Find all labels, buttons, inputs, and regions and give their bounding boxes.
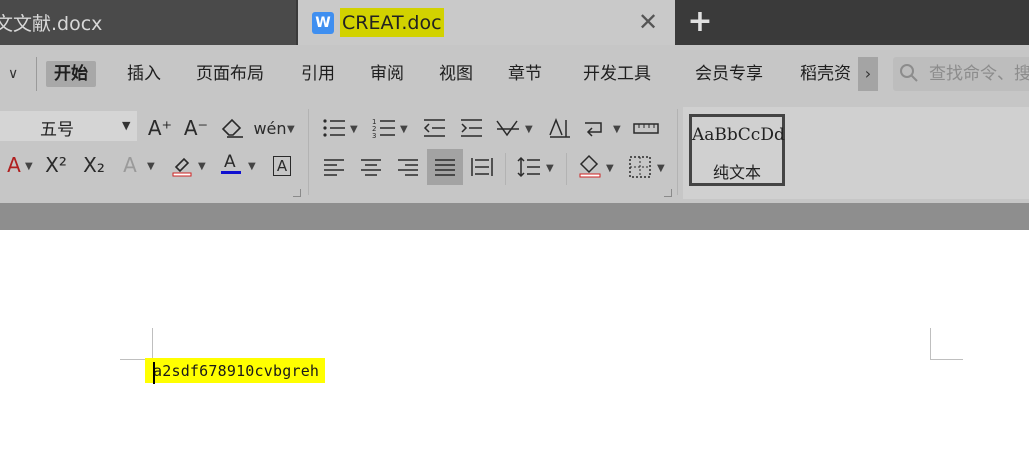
grow-font-icon[interactable]: A⁺	[146, 114, 174, 142]
font-effect-icon[interactable]: A	[0, 151, 28, 179]
justify-icon[interactable]	[427, 149, 463, 185]
crop-mark-top-right-horizontal	[930, 359, 963, 360]
numbering-icon[interactable]: 123	[370, 114, 398, 142]
wps-writer-icon: W	[312, 12, 334, 34]
chevron-down-icon[interactable]: ▼	[147, 161, 155, 172]
line-spacing-icon[interactable]	[515, 153, 543, 181]
chevron-down-icon: ▼	[122, 119, 131, 132]
command-search-input[interactable]: 查找命令、搜	[893, 57, 1029, 91]
chevron-down-icon[interactable]: ▼	[613, 124, 621, 135]
text-direction-icon[interactable]	[545, 114, 573, 142]
font-size-select[interactable]: 五号 ▼	[0, 111, 137, 141]
align-right-icon[interactable]	[394, 153, 422, 181]
chevron-down-icon[interactable]: ▼	[287, 124, 295, 135]
tab-references[interactable]: 引用	[301, 61, 335, 87]
clear-format-icon[interactable]	[219, 114, 247, 142]
document-text[interactable]: a2sdf678910cvbgreh	[153, 362, 319, 380]
character-border-icon[interactable]: A	[268, 152, 296, 180]
menu-divider	[36, 57, 37, 91]
chinese-layout-icon[interactable]	[494, 114, 522, 142]
paragraph-dialog-launcher[interactable]	[664, 189, 672, 197]
tab-page-layout[interactable]: 页面布局	[196, 61, 264, 87]
subscript-icon[interactable]: X₂	[80, 151, 108, 179]
align-center-icon[interactable]	[357, 153, 385, 181]
collapse-ribbon-icon[interactable]: ∨	[8, 61, 28, 87]
font-dialog-launcher[interactable]	[293, 189, 301, 197]
close-tab-button[interactable]: ✕	[635, 8, 661, 36]
search-icon	[900, 64, 918, 82]
tab-chapter[interactable]: 章节	[508, 61, 542, 87]
tab-review[interactable]: 审阅	[370, 61, 404, 87]
tab-document-inactive[interactable]: 文文献.docx	[0, 0, 296, 45]
text-effect-icon[interactable]: A	[116, 151, 144, 179]
tab-home[interactable]: 开始	[46, 61, 96, 87]
tab-docer-resources[interactable]: 稻壳资	[800, 61, 851, 87]
home-ribbon: 五号 ▼ A⁺ A⁻ wén ▼ A ▼ X² X₂ A ▼ ▼ A ▼ A ▼…	[0, 103, 1029, 203]
crop-mark-top-left-vertical	[152, 328, 153, 360]
align-left-icon[interactable]	[320, 153, 348, 181]
style-plain-text[interactable]: AaBbCcDd 纯文本	[689, 114, 785, 186]
ribbon-shadow	[0, 203, 1029, 230]
crop-mark-top-right-vertical	[930, 328, 931, 360]
distributed-align-icon[interactable]	[468, 153, 496, 181]
font-color-icon[interactable]: A	[217, 149, 245, 177]
highlight-color-icon[interactable]	[168, 151, 196, 179]
ribbon-divider	[566, 153, 567, 185]
ribbon-divider	[505, 153, 506, 185]
tab-title-active: CREAT.doc	[340, 8, 444, 37]
tab-developer-tools[interactable]: 开发工具	[583, 61, 651, 87]
line-break-icon[interactable]	[582, 114, 610, 142]
bullets-icon[interactable]	[320, 114, 348, 142]
highlighted-paragraph[interactable]: a2sdf678910cvbgreh	[145, 358, 326, 383]
styles-gallery: AaBbCcDd 纯文本	[683, 107, 1029, 199]
chevron-down-icon[interactable]: ▼	[198, 161, 206, 172]
chevron-down-icon[interactable]: ▼	[25, 161, 33, 172]
menu-bar: ∨ 开始 插入 页面布局 引用 审阅 视图 章节 开发工具 会员专享 稻壳资 ›…	[0, 45, 1029, 103]
chevron-down-icon[interactable]: ▼	[350, 124, 358, 135]
shading-icon[interactable]	[576, 151, 604, 179]
increase-indent-icon[interactable]	[457, 114, 485, 142]
decrease-indent-icon[interactable]	[420, 114, 448, 142]
chevron-down-icon[interactable]: ▼	[525, 124, 533, 135]
borders-icon[interactable]	[626, 153, 654, 181]
svg-text:3: 3	[372, 132, 376, 138]
chevron-down-icon[interactable]: ▼	[657, 163, 665, 174]
svg-text:A: A	[224, 152, 236, 172]
tab-view[interactable]: 视图	[439, 61, 473, 87]
new-tab-button[interactable]: +	[680, 3, 720, 43]
tab-title-inactive: 文文献.docx	[0, 13, 103, 35]
search-placeholder: 查找命令、搜	[929, 64, 1029, 84]
style-sample-text: AaBbCcDd	[692, 125, 785, 145]
tab-document-active[interactable]: W CREAT.doc ✕	[298, 0, 675, 45]
superscript-icon[interactable]: X²	[42, 151, 70, 179]
more-tabs-button[interactable]: ›	[858, 57, 878, 91]
document-page[interactable]: a2sdf678910cvbgreh	[0, 230, 1029, 467]
chevron-down-icon[interactable]: ▼	[400, 124, 408, 135]
style-name-label: 纯文本	[712, 163, 761, 182]
chevron-down-icon[interactable]: ▼	[606, 163, 614, 174]
tab-member-exclusive[interactable]: 会员专享	[695, 61, 763, 87]
chevron-down-icon[interactable]: ▼	[248, 161, 256, 172]
title-tab-bar: 文文献.docx W CREAT.doc ✕ +	[0, 0, 1029, 45]
text-cursor	[153, 362, 155, 384]
ribbon-divider	[677, 109, 678, 195]
phonetic-guide-icon[interactable]: wén	[253, 114, 286, 142]
font-size-value: 五号	[40, 120, 74, 140]
chevron-down-icon[interactable]: ▼	[546, 163, 554, 174]
ribbon-divider	[308, 109, 309, 195]
tab-insert[interactable]: 插入	[127, 61, 161, 87]
ruler-icon[interactable]	[632, 114, 660, 142]
shrink-font-icon[interactable]: A⁻	[182, 114, 210, 142]
